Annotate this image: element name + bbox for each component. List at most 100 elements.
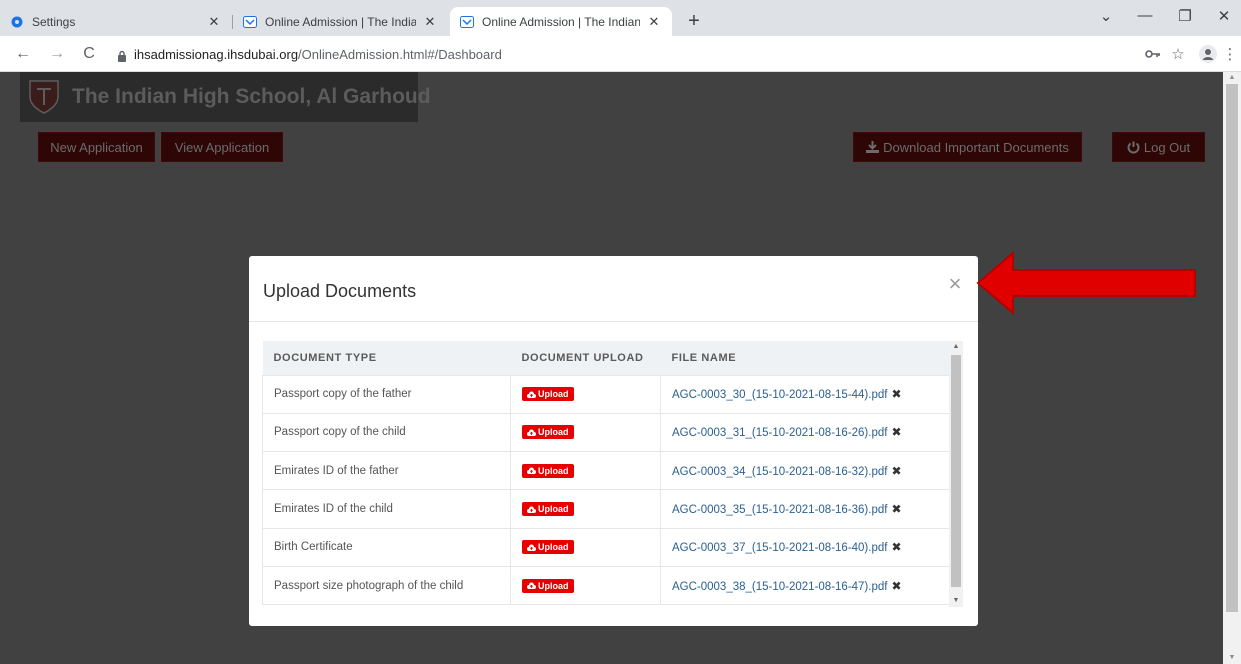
scrollbar-thumb[interactable] — [951, 355, 961, 587]
download-documents-button[interactable]: Download Important Documents — [853, 132, 1082, 162]
cloud-upload-icon — [527, 391, 536, 398]
key-icon[interactable] — [1144, 45, 1162, 63]
new-tab-button[interactable]: + — [682, 10, 706, 32]
upload-label: Upload — [538, 504, 569, 515]
new-application-button[interactable]: New Application — [38, 132, 155, 162]
tab-settings[interactable]: Settings ✕ — [0, 7, 232, 36]
school-favicon-icon — [243, 15, 257, 29]
remove-file-icon[interactable]: ✖ — [891, 387, 901, 401]
remove-file-icon[interactable]: ✖ — [891, 425, 901, 439]
forward-icon[interactable]: → — [47, 44, 67, 64]
cloud-upload-icon — [527, 582, 536, 590]
download-icon — [866, 141, 880, 153]
profile-icon[interactable] — [1199, 45, 1217, 63]
upload-button[interactable]: Upload — [522, 540, 574, 555]
tab-search-icon[interactable]: ⌄ — [1094, 7, 1118, 25]
remove-file-icon[interactable]: ✖ — [891, 579, 901, 593]
file-link[interactable]: AGC-0003_31_(15-10-2021-08-16-26).pdf — [672, 427, 887, 439]
url-path: /OnlineAdmission.html#/Dashboard — [298, 47, 502, 62]
menu-icon[interactable]: ⋮ — [1223, 45, 1238, 63]
document-type: Emirates ID of the child — [274, 503, 393, 516]
upload-button[interactable]: Upload — [522, 387, 574, 402]
document-type-cell: Birth Certificate — [262, 527, 511, 567]
upload-button[interactable]: Upload — [522, 578, 574, 593]
table-row: Birth Certificate Upload AGC-0003_37_(15-1… — [262, 527, 949, 567]
lock-icon[interactable] — [117, 49, 127, 67]
gear-icon — [10, 15, 24, 29]
remove-file-icon[interactable]: ✖ — [891, 502, 901, 516]
remove-file-icon[interactable]: ✖ — [891, 540, 901, 554]
remove-file-icon[interactable]: ✖ — [891, 464, 901, 478]
scroll-up-icon[interactable]: ▲ — [949, 343, 963, 350]
file-name-cell: AGC-0003_37_(15-10-2021-08-16-40).pdf ✖ — [660, 527, 949, 567]
file-link[interactable]: AGC-0003_34_(15-10-2021-08-16-32).pdf — [672, 466, 887, 478]
cloud-upload-icon — [527, 429, 536, 436]
tab-title: Online Admission | The Indian Hi — [265, 14, 416, 29]
documents-table-container: DOCUMENT TYPE DOCUMENT UPLOAD FILE NAME … — [262, 341, 949, 607]
file-name-cell: AGC-0003_31_(15-10-2021-08-16-26).pdf ✖ — [660, 412, 949, 453]
page-scrollbar[interactable]: ▲ ▼ — [1223, 72, 1241, 664]
reload-icon[interactable]: C — [79, 44, 99, 64]
document-type: Passport copy of the father — [274, 388, 412, 401]
scroll-down-icon[interactable]: ▼ — [949, 597, 963, 604]
documents-table: DOCUMENT TYPE DOCUMENT UPLOAD FILE NAME … — [262, 341, 949, 606]
tab-title: Settings — [32, 14, 76, 29]
table-row: Passport copy of the child Upload AGC-0003… — [262, 412, 949, 453]
cloud-upload-icon — [527, 544, 536, 551]
upload-label: Upload — [538, 389, 569, 400]
file-link[interactable]: AGC-0003_38_(15-10-2021-08-16-47).pdf — [672, 581, 887, 593]
upload-label: Upload — [538, 465, 569, 476]
document-upload-cell: Upload — [510, 451, 661, 491]
close-tab-icon[interactable]: ✕ — [422, 14, 438, 30]
school-banner: The Indian High School, Al Garhoud — [20, 72, 431, 122]
table-scrollbar[interactable]: ▲ ▼ — [949, 341, 963, 607]
file-link[interactable]: AGC-0003_30_(15-10-2021-08-15-44).pdf — [672, 389, 887, 401]
scroll-down-icon[interactable]: ▼ — [1223, 654, 1241, 661]
document-type: Passport copy of the child — [274, 426, 406, 439]
upload-button[interactable]: Upload — [522, 502, 574, 517]
scrollbar-thumb[interactable] — [1226, 84, 1238, 612]
document-type-cell: Emirates ID of the child — [262, 489, 511, 529]
document-upload-cell: Upload — [510, 412, 661, 453]
close-tab-icon[interactable]: ✕ — [646, 14, 662, 30]
tab-online-admission-1[interactable]: Online Admission | The Indian Hi ✕ — [233, 7, 448, 36]
annotation-arrow-icon — [976, 250, 1196, 316]
scroll-up-icon[interactable]: ▲ — [1223, 74, 1241, 81]
restore-icon[interactable]: ❐ — [1173, 7, 1197, 25]
modal-close-button[interactable]: × — [946, 273, 964, 295]
tab-online-admission-active[interactable]: Online Admission | The Indian Hi ✕ — [450, 7, 672, 36]
document-type: Birth Certificate — [274, 541, 353, 554]
document-type: Emirates ID of the father — [274, 464, 399, 477]
view-application-button[interactable]: View Application — [161, 132, 283, 162]
cloud-upload-icon — [527, 467, 536, 475]
close-tab-icon[interactable]: ✕ — [206, 14, 222, 30]
file-link[interactable]: AGC-0003_35_(15-10-2021-08-16-36).pdf — [672, 504, 887, 516]
document-upload-cell: Upload — [510, 527, 661, 567]
school-logo-icon — [28, 79, 60, 115]
log-out-button[interactable]: Log Out — [1112, 132, 1205, 162]
power-icon — [1127, 141, 1140, 153]
window-close-icon[interactable]: ✕ — [1212, 7, 1236, 25]
minimize-icon[interactable]: — — [1133, 7, 1157, 24]
back-icon[interactable]: ← — [13, 44, 33, 64]
school-name: The Indian High School, Al Garhoud — [72, 85, 431, 108]
log-out-label: Log Out — [1143, 139, 1191, 155]
upload-button[interactable]: Upload — [522, 425, 574, 440]
file-link[interactable]: AGC-0003_37_(15-10-2021-08-16-40).pdf — [672, 542, 887, 554]
upload-label: Upload — [538, 542, 569, 553]
address-bar[interactable]: ihsadmissionag.ihsdubai.org/OnlineAdmiss… — [134, 47, 502, 62]
browser-toolbar: ← → C ihsadmissionag.ihsdubai.org/Online… — [0, 36, 1241, 72]
document-upload-cell: Upload — [510, 565, 661, 606]
table-row: Emirates ID of the father Upload AGC-0003_… — [262, 451, 949, 491]
table-row: Passport copy of the father Upload AGC-000… — [262, 374, 949, 414]
browser-tab-strip: Settings ✕ Online Admission | The Indian… — [0, 0, 1241, 36]
file-name-cell: AGC-0003_34_(15-10-2021-08-16-32).pdf ✖ — [660, 451, 949, 491]
table-row: Emirates ID of the child Upload AGC-0003_3… — [262, 489, 949, 529]
upload-documents-modal: Upload Documents × DOCUMENT TYPE DOCUMEN… — [249, 256, 978, 626]
star-icon[interactable]: ☆ — [1169, 45, 1187, 63]
file-name-cell: AGC-0003_38_(15-10-2021-08-16-47).pdf ✖ — [660, 565, 949, 606]
upload-button[interactable]: Upload — [522, 463, 574, 478]
document-type-cell: Passport size photograph of the child — [262, 565, 511, 606]
tab-title: Online Admission | The Indian Hi — [482, 14, 640, 29]
document-type-cell: Emirates ID of the father — [262, 451, 511, 491]
